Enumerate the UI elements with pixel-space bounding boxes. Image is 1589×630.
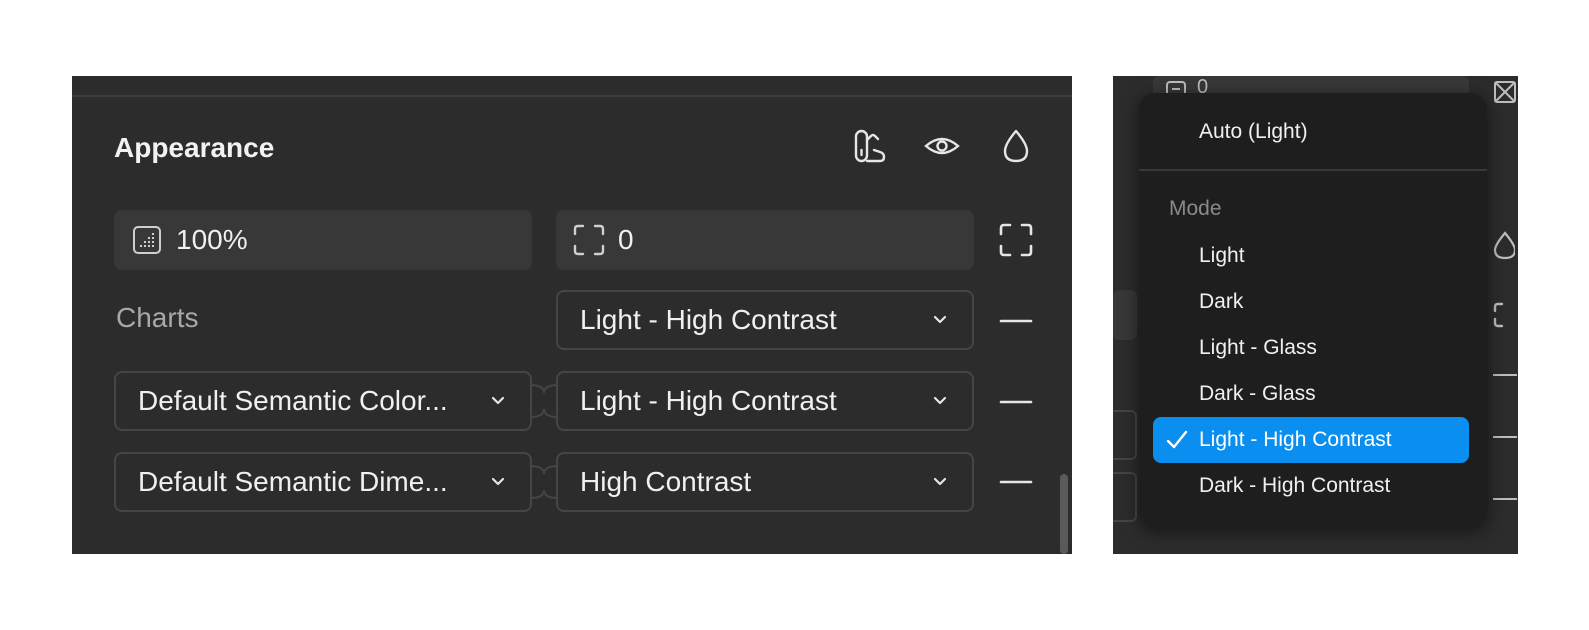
section-title: Appearance: [114, 132, 275, 163]
color-mode-value: Light - High Contrast: [580, 385, 837, 416]
frame-icon: [1493, 80, 1517, 104]
drop-icon[interactable]: [998, 128, 1034, 164]
minus-icon[interactable]: [998, 464, 1034, 500]
dropdown-option-label: Light - Glass: [1199, 336, 1317, 359]
dropdown-option-auto[interactable]: Auto (Light): [1153, 109, 1469, 155]
minus-icon: [1493, 498, 1517, 500]
chevron-down-icon: [930, 391, 950, 411]
charts-mode-select[interactable]: Light - High Contrast: [556, 290, 974, 350]
chevron-down-icon: [930, 310, 950, 330]
dropdown-option-label: Light - High Contrast: [1199, 428, 1392, 451]
dropdown-option-light-glass[interactable]: Light - Glass: [1153, 325, 1469, 371]
opacity-icon: [130, 223, 164, 257]
background-select: [1113, 410, 1137, 460]
dropdown-option-dark-glass[interactable]: Dark - Glass: [1153, 371, 1469, 417]
checkmark-icon: [1166, 430, 1188, 449]
variable-modes-icon[interactable]: [852, 128, 888, 164]
color-mode-select[interactable]: Light - High Contrast: [556, 371, 974, 431]
drop-icon: [1491, 230, 1517, 260]
corner-radius-field[interactable]: 0: [556, 210, 974, 270]
dimension-mode-select[interactable]: High Contrast: [556, 452, 974, 512]
independent-corners-icon[interactable]: [998, 222, 1034, 258]
scrollbar-thumb[interactable]: [1060, 474, 1068, 554]
dropdown-heading: Mode: [1169, 197, 1222, 220]
background-field: [1113, 290, 1137, 340]
color-collection-value: Default Semantic Color...: [138, 385, 448, 416]
dimension-collection-select[interactable]: Default Semantic Dime...: [114, 452, 532, 512]
appearance-panel: Appearance 100% 0 Charts Light - High Co…: [72, 76, 1072, 554]
color-collection-select[interactable]: Default Semantic Color...: [114, 371, 532, 431]
dropdown-option-dark-high-contrast[interactable]: Dark - High Contrast: [1153, 463, 1469, 509]
dropdown-option-label: Auto (Light): [1199, 120, 1308, 143]
corner-radius-icon: [572, 223, 606, 257]
charts-collection-label: Charts: [116, 302, 199, 333]
corner-radius-value: 0: [618, 224, 634, 255]
eye-icon[interactable]: [924, 128, 960, 164]
select-connector: [530, 384, 558, 418]
minus-icon[interactable]: [998, 384, 1034, 420]
dropdown-option-label: Light: [1199, 244, 1245, 267]
chevron-down-icon: [488, 391, 508, 411]
dimension-collection-value: Default Semantic Dime...: [138, 466, 448, 497]
chevron-down-icon: [930, 472, 950, 492]
dropdown-option-label: Dark: [1199, 290, 1244, 313]
dropdown-option-light-high-contrast[interactable]: Light - High Contrast: [1153, 417, 1469, 463]
minus-icon: [1493, 374, 1517, 376]
dropdown-divider: [1139, 169, 1487, 171]
dropdown-option-label: Dark - Glass: [1199, 382, 1316, 405]
opacity-value: 100%: [176, 224, 248, 255]
mode-dropdown-screenshot: 0 Auto (Light) Mode Light Dark Light - G…: [1113, 76, 1518, 554]
charts-mode-value: Light - High Contrast: [580, 304, 837, 335]
minus-icon[interactable]: [998, 303, 1034, 339]
background-select: [1113, 472, 1137, 522]
select-connector: [530, 465, 558, 499]
panel-divider: [72, 95, 1072, 97]
corner-radius-icon: [1493, 302, 1517, 328]
mode-dropdown-menu: Auto (Light) Mode Light Dark Light - Gla…: [1139, 93, 1487, 527]
dropdown-option-label: Dark - High Contrast: [1199, 474, 1391, 497]
chevron-down-icon: [488, 472, 508, 492]
dropdown-option-light[interactable]: Light: [1153, 233, 1469, 279]
opacity-field[interactable]: 100%: [114, 210, 532, 270]
dropdown-option-dark[interactable]: Dark: [1153, 279, 1469, 325]
minus-icon: [1493, 436, 1517, 438]
dimension-mode-value: High Contrast: [580, 466, 752, 497]
